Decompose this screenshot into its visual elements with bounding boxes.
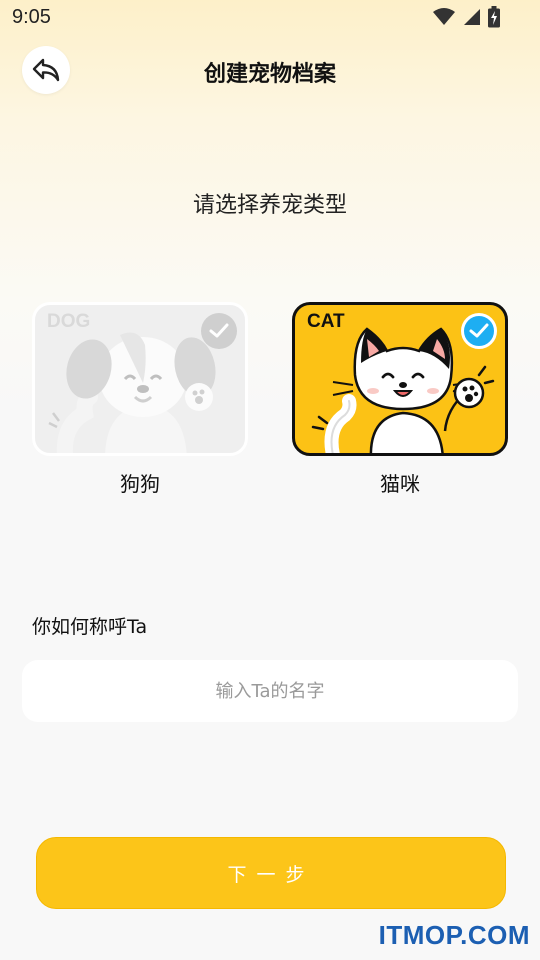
battery-charging-icon (488, 6, 500, 28)
signal-icon (464, 9, 480, 25)
pet-name-input[interactable] (22, 660, 518, 722)
pet-option-tag: CAT (307, 311, 345, 332)
pet-type-prompt: 请选择养宠类型 (192, 193, 347, 218)
create-pet-profile-screen: 9:05 创建宠物档案 请选择养宠类型 DOG 狗狗 CAT 猫咪 你如何称呼T… (0, 0, 540, 960)
pet-option-dog[interactable]: DOG (32, 302, 248, 456)
page-title: 创建宠物档案 (203, 62, 336, 87)
status-icons (432, 6, 500, 28)
check-icon (461, 313, 497, 349)
pet-option-cat[interactable]: CAT (292, 302, 508, 456)
wifi-icon (433, 8, 455, 25)
pet-option-label-dog[interactable]: 狗狗 (32, 468, 248, 497)
check-icon (201, 313, 237, 349)
next-step-button[interactable]: 下一步 (36, 837, 506, 909)
pet-option-label-cat[interactable]: 猫咪 (292, 468, 508, 497)
status-time: 9:05 (12, 6, 51, 28)
site-watermark: ITMOP.COM (378, 920, 530, 950)
status-bar: 9:05 (0, 0, 540, 36)
name-question-label: 你如何称呼Ta (32, 616, 148, 638)
pet-option-tag: DOG (47, 311, 91, 332)
